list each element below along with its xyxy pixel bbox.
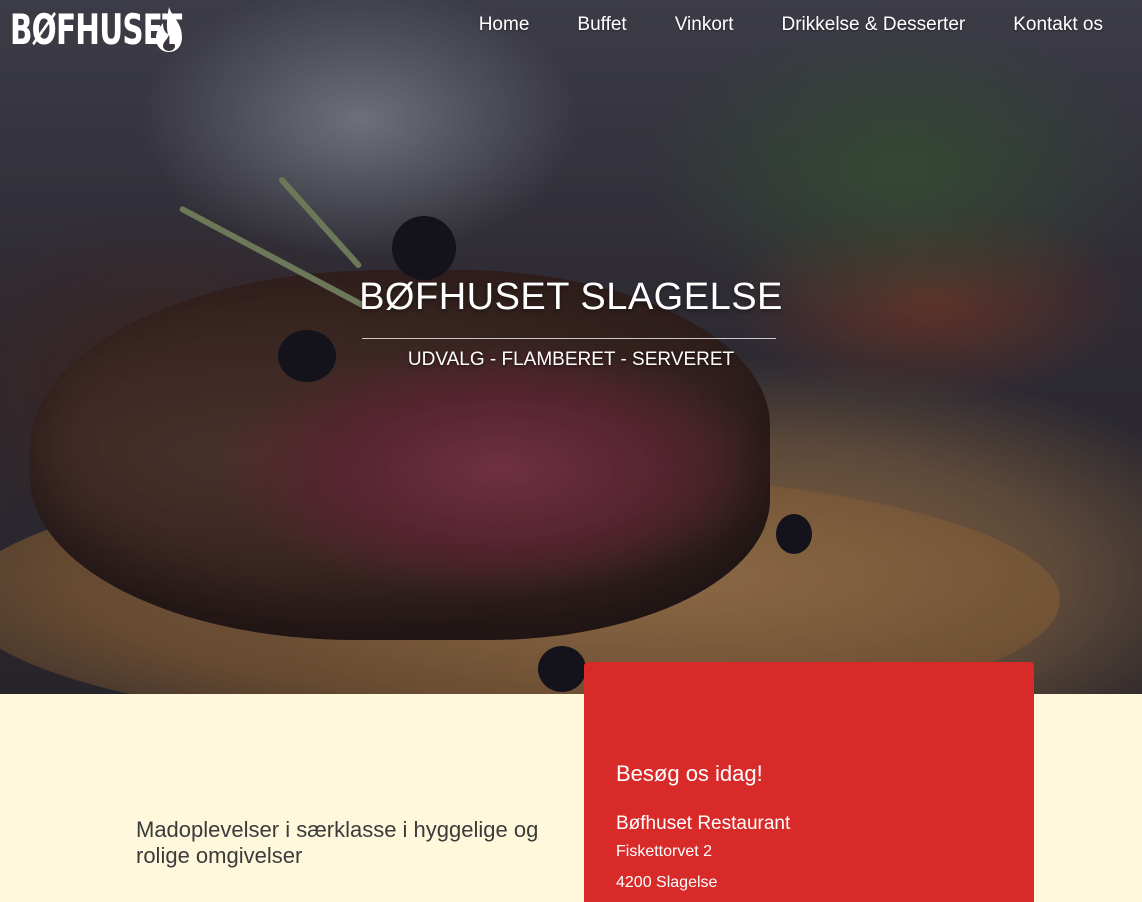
hero-overlay bbox=[0, 0, 1142, 694]
address-city: 4200 Slagelse bbox=[616, 874, 718, 891]
nav-link-buffet[interactable]: Buffet bbox=[577, 14, 626, 36]
visit-heading: Besøg os idag! bbox=[616, 761, 763, 786]
hero-subtitle: UDVALG - FLAMBERET - SERVERET bbox=[407, 349, 735, 370]
nav-link-kontakt[interactable]: Kontakt os bbox=[1013, 14, 1103, 36]
visit-us-card: Besøg os idag! Bøfhuset Restaurant Fiske… bbox=[584, 662, 1034, 902]
restaurant-name: Bøfhuset Restaurant bbox=[616, 813, 791, 834]
hero-banner bbox=[0, 0, 1142, 694]
address-street: Fiskettorvet 2 bbox=[616, 843, 713, 860]
hero-title: BØFHUSET SLAGELSE bbox=[359, 276, 783, 318]
nav-link-home[interactable]: Home bbox=[479, 14, 530, 36]
logo-wordmark: BØFHUSET bbox=[10, 4, 182, 54]
nav-link-drikkelse-desserter[interactable]: Drikkelse & Desserter bbox=[782, 14, 966, 36]
site-logo[interactable]: BØFHUSET bbox=[10, 4, 184, 54]
intro-tagline: Madoplevelser i særklasse i hyggelige og… bbox=[136, 817, 539, 868]
hero-divider bbox=[362, 338, 776, 339]
nav-link-vinkort[interactable]: Vinkort bbox=[675, 14, 734, 36]
main-navigation: Home Buffet Vinkort Drikkelse & Desserte… bbox=[479, 14, 1103, 36]
